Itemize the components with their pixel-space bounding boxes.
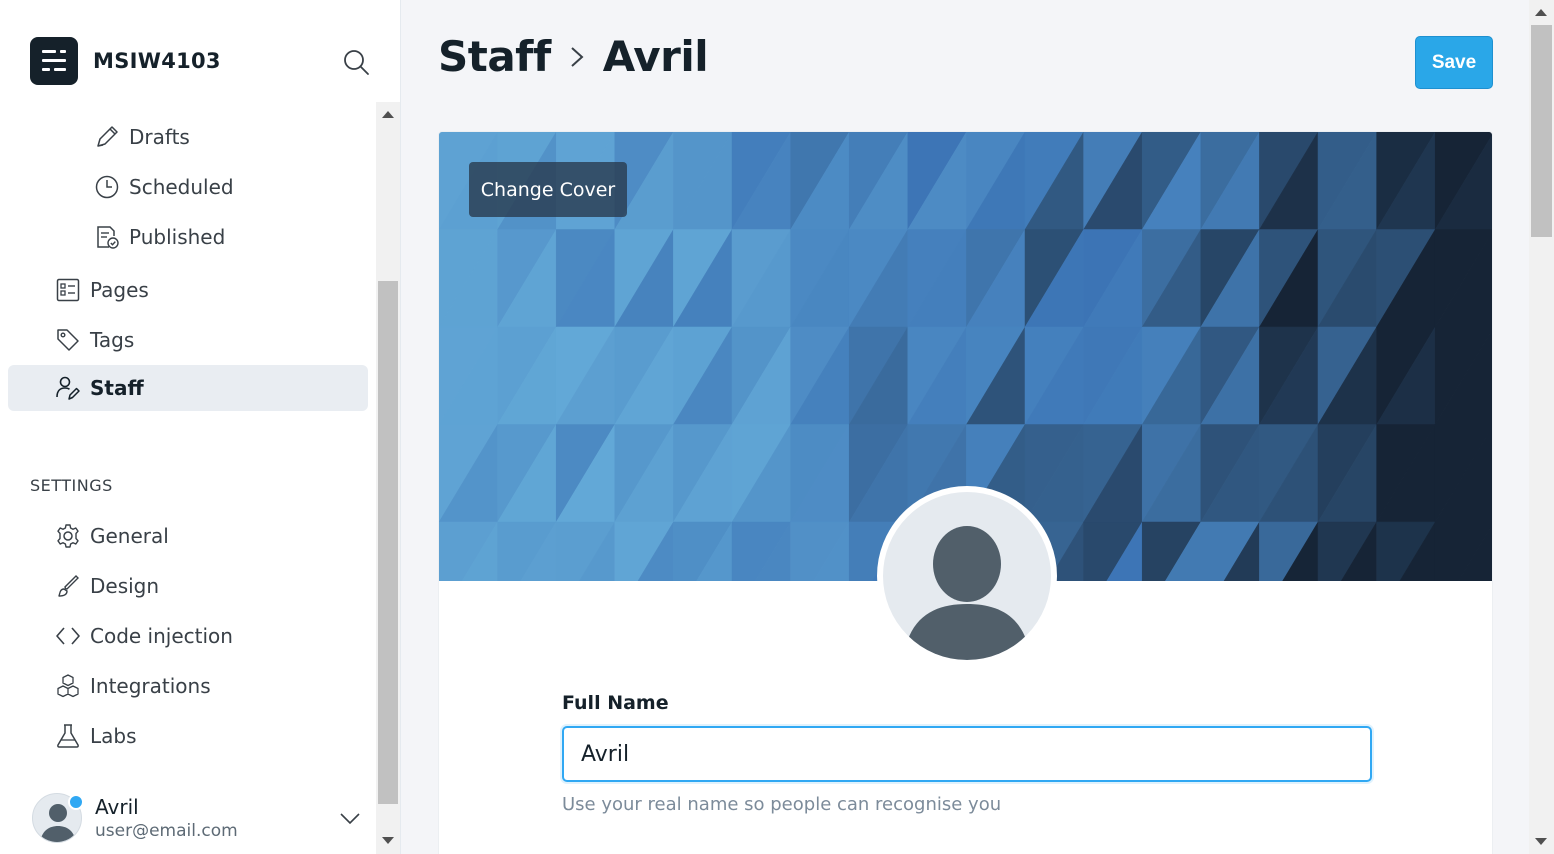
change-cover-button[interactable]: Change Cover xyxy=(469,162,627,217)
pencil-icon xyxy=(93,123,121,151)
sidebar-item-label: Pages xyxy=(90,278,149,302)
scroll-up-arrow-icon[interactable] xyxy=(382,111,394,118)
tag-icon xyxy=(54,326,82,354)
settings-heading: SETTINGS xyxy=(30,476,113,495)
published-icon xyxy=(93,223,121,251)
user-email: user@email.com xyxy=(95,820,238,841)
sidebar-item-label: Design xyxy=(90,574,160,598)
scroll-down-arrow-icon[interactable] xyxy=(382,837,394,844)
sidebar-item-labs[interactable]: Labs xyxy=(54,713,137,759)
sidebar-item-code-injection[interactable]: Code injection xyxy=(54,613,233,659)
code-icon xyxy=(54,622,82,650)
sidebar-item-published[interactable]: Published xyxy=(93,214,225,260)
sidebar-nav: Drafts Scheduled Published Pages Tags St… xyxy=(0,102,376,854)
chevron-down-icon[interactable] xyxy=(338,806,362,830)
chevron-right-icon xyxy=(567,43,587,71)
sidebar-item-drafts[interactable]: Drafts xyxy=(93,114,190,160)
page-title: Avril xyxy=(602,32,709,81)
sidebar-item-label: Scheduled xyxy=(129,175,234,199)
online-status-dot xyxy=(68,794,84,810)
sidebar-item-label: Published xyxy=(129,225,226,249)
sidebar-item-general[interactable]: General xyxy=(54,513,169,559)
brand[interactable]: MSIW4103 xyxy=(30,37,221,85)
full-name-field[interactable] xyxy=(562,726,1372,782)
sidebar-item-pages[interactable]: Pages xyxy=(54,267,149,313)
breadcrumb-parent[interactable]: Staff xyxy=(438,32,551,81)
clock-icon xyxy=(93,173,121,201)
search-icon[interactable] xyxy=(342,48,370,76)
brand-logo-icon xyxy=(30,37,78,85)
sidebar-scrollbar-thumb[interactable] xyxy=(378,281,398,804)
sidebar-item-label: Integrations xyxy=(90,674,211,698)
profile-avatar[interactable] xyxy=(877,486,1057,666)
pages-icon xyxy=(54,276,82,304)
profile-card: Change Cover Full Name Use your real nam… xyxy=(438,131,1493,854)
flask-icon xyxy=(54,722,82,750)
breadcrumb: Staff Avril xyxy=(438,32,709,81)
sidebar-item-label: Staff xyxy=(90,376,144,400)
sidebar-item-label: General xyxy=(90,524,169,548)
staff-icon xyxy=(54,374,82,402)
user-name: Avril xyxy=(95,794,139,819)
sidebar-item-design[interactable]: Design xyxy=(54,563,159,609)
sidebar-item-staff[interactable]: Staff xyxy=(8,365,368,411)
sidebar-item-tags[interactable]: Tags xyxy=(54,317,134,363)
sidebar-item-label: Code injection xyxy=(90,624,233,648)
sidebar-item-label: Labs xyxy=(90,724,137,748)
sidebar: MSIW4103 Drafts Scheduled Published Page… xyxy=(0,0,401,854)
save-button[interactable]: Save xyxy=(1415,36,1493,89)
brush-icon xyxy=(54,572,82,600)
integrations-icon xyxy=(54,672,82,700)
full-name-help: Use your real name so people can recogni… xyxy=(562,794,1002,815)
sidebar-item-label: Tags xyxy=(90,328,135,352)
page-scroll-up-arrow-icon[interactable] xyxy=(1535,9,1547,16)
full-name-label: Full Name xyxy=(562,692,669,714)
sidebar-item-label: Drafts xyxy=(129,125,190,149)
brand-name: MSIW4103 xyxy=(93,49,221,73)
sidebar-item-integrations[interactable]: Integrations xyxy=(54,663,211,709)
page-scrollbar-thumb[interactable] xyxy=(1531,25,1552,237)
main-content: Staff Avril Save Change Cover Full Name … xyxy=(401,0,1529,854)
page-scroll-down-arrow-icon[interactable] xyxy=(1535,838,1547,845)
gear-icon xyxy=(54,522,82,550)
sidebar-item-scheduled[interactable]: Scheduled xyxy=(93,164,234,210)
user-menu[interactable]: Avril user@email.com xyxy=(32,790,362,846)
